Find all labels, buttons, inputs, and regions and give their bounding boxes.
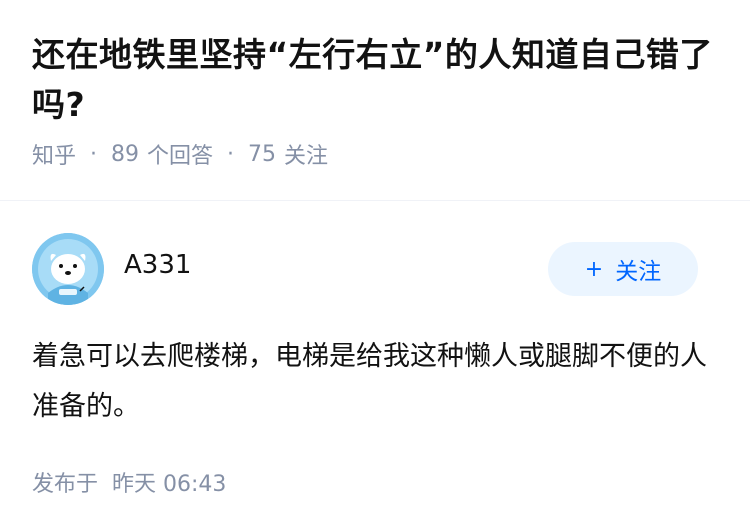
follow-button-label: 关注 (615, 259, 662, 285)
answer-content[interactable]: 着急可以去爬楼梯，电梯是给我这种懒人或腿脚不便的人准备的。 (32, 332, 718, 432)
meta-separator: · (227, 141, 235, 167)
source-label: 知乎 (32, 144, 77, 169)
question-title[interactable]: 还在地铁里坚持“左行右立”的人知道自己错了吗? (32, 30, 718, 130)
follow-count: 75 (248, 141, 277, 167)
author-row: A331 + 关注 (0, 200, 750, 310)
meta-separator: · (90, 141, 98, 167)
author-name[interactable]: A331 (124, 250, 191, 280)
answer-timestamp: 发布于 昨天 06:43 (32, 466, 226, 498)
time-prefix: 发布于 (32, 472, 99, 497)
avatar[interactable] (32, 233, 104, 305)
question-meta: 知乎 · 89 个回答 · 75 关注 (32, 138, 718, 170)
question-header: 还在地铁里坚持“左行右立”的人知道自己错了吗? 知乎 · 89 个回答 · 75… (0, 0, 750, 170)
follow-count-label: 关注 (284, 144, 329, 169)
answer-card: A331 + 关注 着急可以去爬楼梯，电梯是给我这种懒人或腿脚不便的人准备的。 … (0, 200, 750, 497)
avatar-icon (32, 233, 104, 305)
answer-count: 89 (111, 141, 140, 167)
answer-count-label: 个回答 (147, 144, 214, 169)
time-value: 昨天 06:43 (112, 472, 227, 497)
plus-icon: + (584, 256, 604, 282)
follow-button[interactable]: + 关注 (548, 242, 698, 296)
